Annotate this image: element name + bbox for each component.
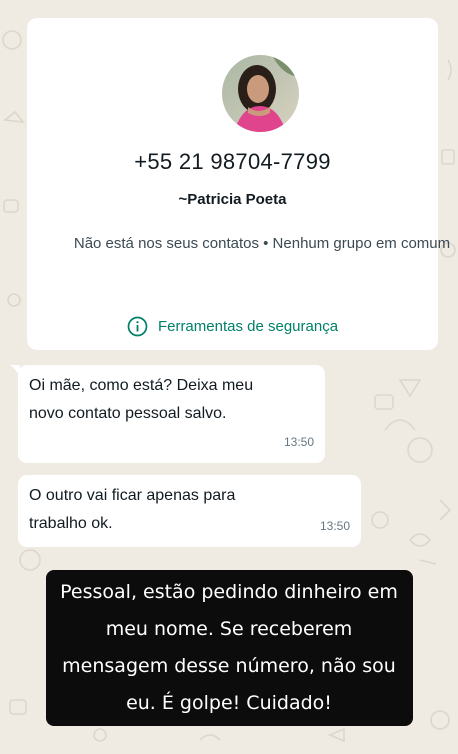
security-tools-button[interactable]: Ferramentas de segurança [27, 316, 438, 337]
message-text: Oi mãe, como está? Deixa meu novo contat… [29, 372, 253, 428]
message-timestamp: 13:50 [283, 435, 314, 449]
security-tools-label: Ferramentas de segurança [157, 318, 339, 335]
contact-phone-number: +55 21 98704-7799 [134, 149, 331, 174]
contact-info-card: +55 21 98704-7799 ~Patricia Poeta Não es… [27, 18, 450, 350]
contact-pushname: ~Patricia Poeta [178, 191, 287, 208]
incoming-message[interactable]: O outro vai ficar apenas para trabalho o… [18, 475, 361, 547]
message-line: Oi mãe, como está? Deixa meu [29, 377, 254, 394]
message-text: O outro vai ficar apenas para trabalho o… [29, 482, 235, 538]
info-icon [127, 316, 148, 337]
message-line: trabalho ok. [29, 515, 113, 532]
bubble-tail [10, 365, 20, 377]
avatar-photo [222, 55, 299, 132]
story-text-overlay: Pessoal, estão pedindo dinheiro em meu n… [0, 570, 458, 726]
message-timestamp: 13:50 [319, 519, 350, 533]
incoming-message[interactable]: Oi mãe, como está? Deixa meu novo contat… [10, 365, 325, 463]
warning-caption: Pessoal, estão pedindo dinheiro em meu n… [45, 570, 413, 726]
contact-status-info: Não está nos seus contatos • Nenhum grup… [73, 235, 451, 252]
message-line: novo contato pessoal salvo. [29, 405, 227, 422]
message-line: O outro vai ficar apenas para [29, 487, 236, 504]
contact-avatar[interactable] [222, 55, 299, 132]
